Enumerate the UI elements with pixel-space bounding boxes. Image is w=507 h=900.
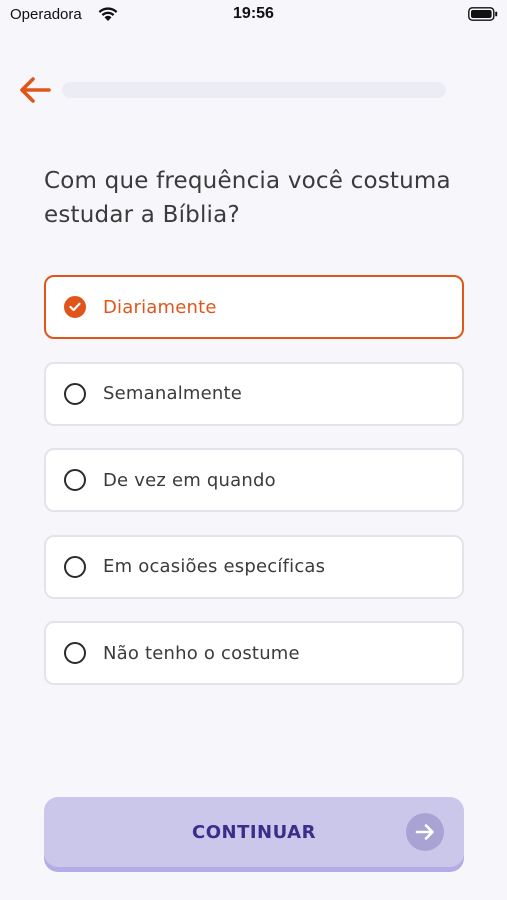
arrow-left-icon [20, 77, 51, 103]
continue-button[interactable]: CONTINUAR [44, 797, 464, 867]
options-list: Diariamente Semanalmente De vez em quand… [44, 275, 464, 708]
option-label: Semanalmente [103, 383, 243, 404]
question-title: Com que frequência você costuma estudar … [44, 168, 451, 228]
option-semanalmente[interactable]: Semanalmente [44, 361, 464, 426]
progress-bar [62, 82, 446, 98]
radio-icon [64, 382, 86, 405]
option-label: Não tenho o costume [103, 642, 300, 664]
option-label: Em ocasiões específicas [103, 556, 326, 577]
option-em-ocasioes-especificas[interactable]: Em ocasiões específicas [44, 534, 464, 599]
option-label: Diariamente [103, 296, 217, 318]
continue-label: CONTINUAR [192, 821, 316, 843]
option-nao-tenho-o-costume[interactable]: Não tenho o costume [44, 621, 464, 685]
back-button[interactable] [18, 74, 52, 106]
option-label: De vez em quando [103, 469, 276, 491]
clock: 19:56 [233, 5, 274, 22]
radio-icon [64, 555, 86, 578]
radio-icon [64, 469, 86, 491]
radio-icon [64, 296, 86, 318]
battery-icon [468, 7, 498, 21]
option-de-vez-em-quando[interactable]: De vez em quando [44, 448, 464, 512]
arrow-right-icon [406, 813, 444, 851]
checkmark-icon [69, 302, 81, 312]
radio-icon [64, 642, 86, 664]
status-bar: Operadora 19:56 [0, 0, 507, 30]
option-diariamente[interactable]: Diariamente [44, 275, 464, 339]
